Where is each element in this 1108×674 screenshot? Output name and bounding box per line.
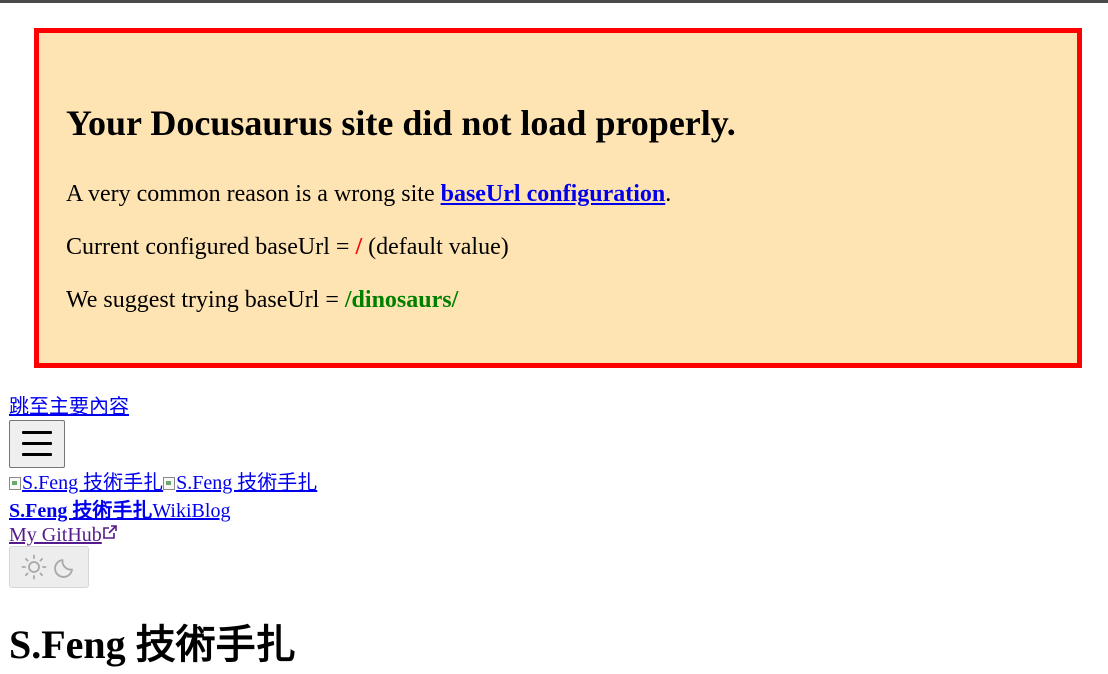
reason-suffix: . <box>665 181 672 207</box>
github-link[interactable]: My GitHub <box>9 524 117 546</box>
menu-toggle-button[interactable] <box>9 420 65 468</box>
nav-item-wiki[interactable]: Wiki <box>152 500 191 522</box>
navbar-links: S.Feng 技術手扎WikiBlog <box>9 498 230 524</box>
logo-alt-text: S.Feng 技術手扎 <box>176 472 318 494</box>
banner-heading: Your Docusaurus site did not load proper… <box>66 103 736 143</box>
logo-row: S.Feng 技術手扎 S.Feng 技術手扎 <box>9 470 317 496</box>
current-baseurl-note: (default value) <box>362 234 509 260</box>
suggested-baseurl-value: /dinosaurs/ <box>344 287 459 313</box>
moon-icon <box>54 559 73 578</box>
broken-image-icon <box>163 477 176 490</box>
nav-item-blog[interactable]: Blog <box>192 500 231 522</box>
navbar-brand-link[interactable]: S.Feng 技術手扎 <box>9 500 152 522</box>
banner-suggestion: We suggest trying baseUrl = /dinosaurs/ <box>66 285 458 315</box>
baseurl-error-banner: Your Docusaurus site did not load proper… <box>34 28 1082 368</box>
skip-to-content-link[interactable]: 跳至主要內容 <box>9 394 129 420</box>
logo-alt-text: S.Feng 技術手扎 <box>22 472 164 494</box>
suggest-baseurl-label: We suggest trying baseUrl = <box>66 287 345 313</box>
baseurl-configuration-link[interactable]: baseUrl configuration <box>441 181 666 207</box>
top-rule <box>0 0 1108 3</box>
logo-link-light[interactable]: S.Feng 技術手扎 <box>9 470 163 496</box>
github-row: My GitHub <box>9 522 117 548</box>
sun-icon <box>21 554 47 580</box>
banner-reason: A very common reason is a wrong site bas… <box>66 179 671 209</box>
external-link-icon <box>102 525 117 539</box>
navbar-brand-title: S.Feng 技術手扎 <box>9 500 153 522</box>
current-baseurl-label: Current configured baseUrl = <box>66 234 356 260</box>
banner-current-baseurl: Current configured baseUrl = / (default … <box>66 232 509 262</box>
logo-link-dark[interactable]: S.Feng 技術手扎 <box>163 470 317 496</box>
github-link-label: My GitHub <box>9 524 102 546</box>
page-title: S.Feng 技術手扎 <box>9 622 296 667</box>
theme-toggle-button[interactable] <box>9 546 89 588</box>
reason-text: A very common reason is a wrong site <box>66 181 441 207</box>
broken-image-icon <box>9 477 21 490</box>
